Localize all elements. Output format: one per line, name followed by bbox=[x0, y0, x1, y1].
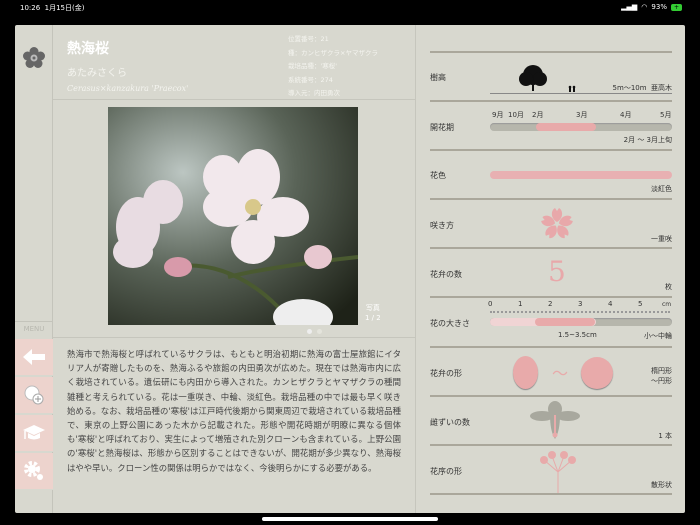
trait-form: 咲き方 一重咲 bbox=[430, 198, 672, 247]
latin-name: Cerasus×kanzakura 'Praecox' bbox=[67, 84, 189, 93]
description: 熱海市で熱海桜と呼ばれているサクラは、もともと明治初期に熱海の富士屋旅館にイタリ… bbox=[53, 337, 415, 484]
tree-icon bbox=[519, 65, 576, 92]
elliptic-petal-icon bbox=[513, 356, 538, 389]
flower-add-icon bbox=[24, 385, 44, 405]
graduation-cap-icon bbox=[23, 425, 45, 440]
detail-panel: MENU 熱海桜 あたみさくら Cerasus×kanzakura 'Praec… bbox=[15, 25, 685, 513]
petal-count: 5 bbox=[548, 255, 566, 288]
bloom-range-text: 2月 〜 3月上旬 bbox=[623, 136, 672, 144]
header: 熱海桜 あたみさくら Cerasus×kanzakura 'Praecox' 位… bbox=[53, 25, 415, 100]
flower-photo[interactable] bbox=[108, 107, 358, 325]
photo-counter: 写真 1 / 2 bbox=[365, 304, 381, 322]
bloom-range-bar bbox=[536, 123, 596, 131]
size-range-bar bbox=[535, 318, 595, 326]
trait-size: 0 1 2 3 4 5 cm 花の大きさ 1.5~3.5cm 小〜中輪 bbox=[430, 296, 672, 346]
trait-height: 樹高 5m〜10m 亜高木 bbox=[430, 51, 672, 100]
status-bar: 10:26 1月15日(金) ▂▄▆ ◠ 93% + bbox=[0, 0, 700, 25]
pistil-diagram-icon bbox=[530, 401, 580, 439]
settings-button[interactable] bbox=[15, 453, 53, 490]
trait-bloom: 開花期 9月 10月 2月 3月 4月 5月 2月 〜 3月上旬 bbox=[430, 100, 672, 149]
sidebar: MENU bbox=[15, 25, 53, 513]
trait-petals: 花弁の数 5 枚 bbox=[430, 247, 672, 296]
trait-petal-shape: 花弁の形 〜 楕円形 〜円形 bbox=[430, 346, 672, 395]
umbel-inflorescence-icon bbox=[540, 451, 576, 494]
round-petal-icon bbox=[581, 357, 613, 389]
home-indicator[interactable] bbox=[262, 517, 438, 521]
size-ruler bbox=[490, 311, 670, 313]
meta-species: 種：カンヒザクラ×ヤマザクラ bbox=[288, 48, 378, 57]
petal-shape-value: 楕円形 〜円形 bbox=[651, 367, 672, 385]
page-title: 熱海桜 bbox=[67, 41, 109, 57]
trait-divider bbox=[430, 493, 672, 495]
status-time: 10:26 1月15日(金) bbox=[20, 4, 85, 12]
add-flower-button[interactable] bbox=[15, 377, 53, 414]
back-arrow-icon bbox=[23, 349, 45, 365]
page-dots[interactable] bbox=[307, 329, 322, 334]
sakura-logo-icon bbox=[23, 47, 45, 68]
signal-icon: ▂▄▆ bbox=[621, 3, 638, 11]
meta-position: 位置番号：21 bbox=[288, 35, 329, 43]
height-value: 5m〜10m 亜高木 bbox=[612, 84, 672, 92]
battery-icon: + bbox=[670, 3, 682, 11]
trait-pistil: 雌ずいの数 1 本 bbox=[430, 395, 672, 444]
page-dot[interactable] bbox=[307, 329, 312, 334]
wifi-icon: ◠ bbox=[641, 3, 648, 11]
meta-cultivar: 栽培品種：'寒桜' bbox=[288, 62, 338, 70]
back-button[interactable] bbox=[15, 339, 53, 376]
menu-label: MENU bbox=[15, 321, 53, 333]
battery-percent: 93% bbox=[651, 3, 667, 11]
trait-color: 花色 淡紅色 bbox=[430, 149, 672, 198]
trait-inflorescence: 花序の形 散形状 bbox=[430, 444, 672, 494]
meta-lineage: 系統番号：274 bbox=[288, 75, 333, 84]
meta-info: 位置番号：21 種：カンヒザクラ×ヤマザクラ 栽培品種：'寒桜' 系統番号：27… bbox=[288, 33, 378, 101]
meta-source: 導入元：内田勇次 bbox=[288, 89, 340, 97]
color-swatch-bar bbox=[490, 171, 672, 179]
settings-gears-icon bbox=[24, 461, 43, 480]
learn-button[interactable] bbox=[15, 415, 53, 452]
single-blossom-icon bbox=[540, 208, 574, 240]
kana-name: あたみさくら bbox=[67, 68, 127, 79]
page-dot[interactable] bbox=[317, 329, 322, 334]
traits-panel: 樹高 5m〜10m 亜高木 開花期 9月 10月 2月 3月 4月 5月 2月 … bbox=[415, 25, 685, 513]
